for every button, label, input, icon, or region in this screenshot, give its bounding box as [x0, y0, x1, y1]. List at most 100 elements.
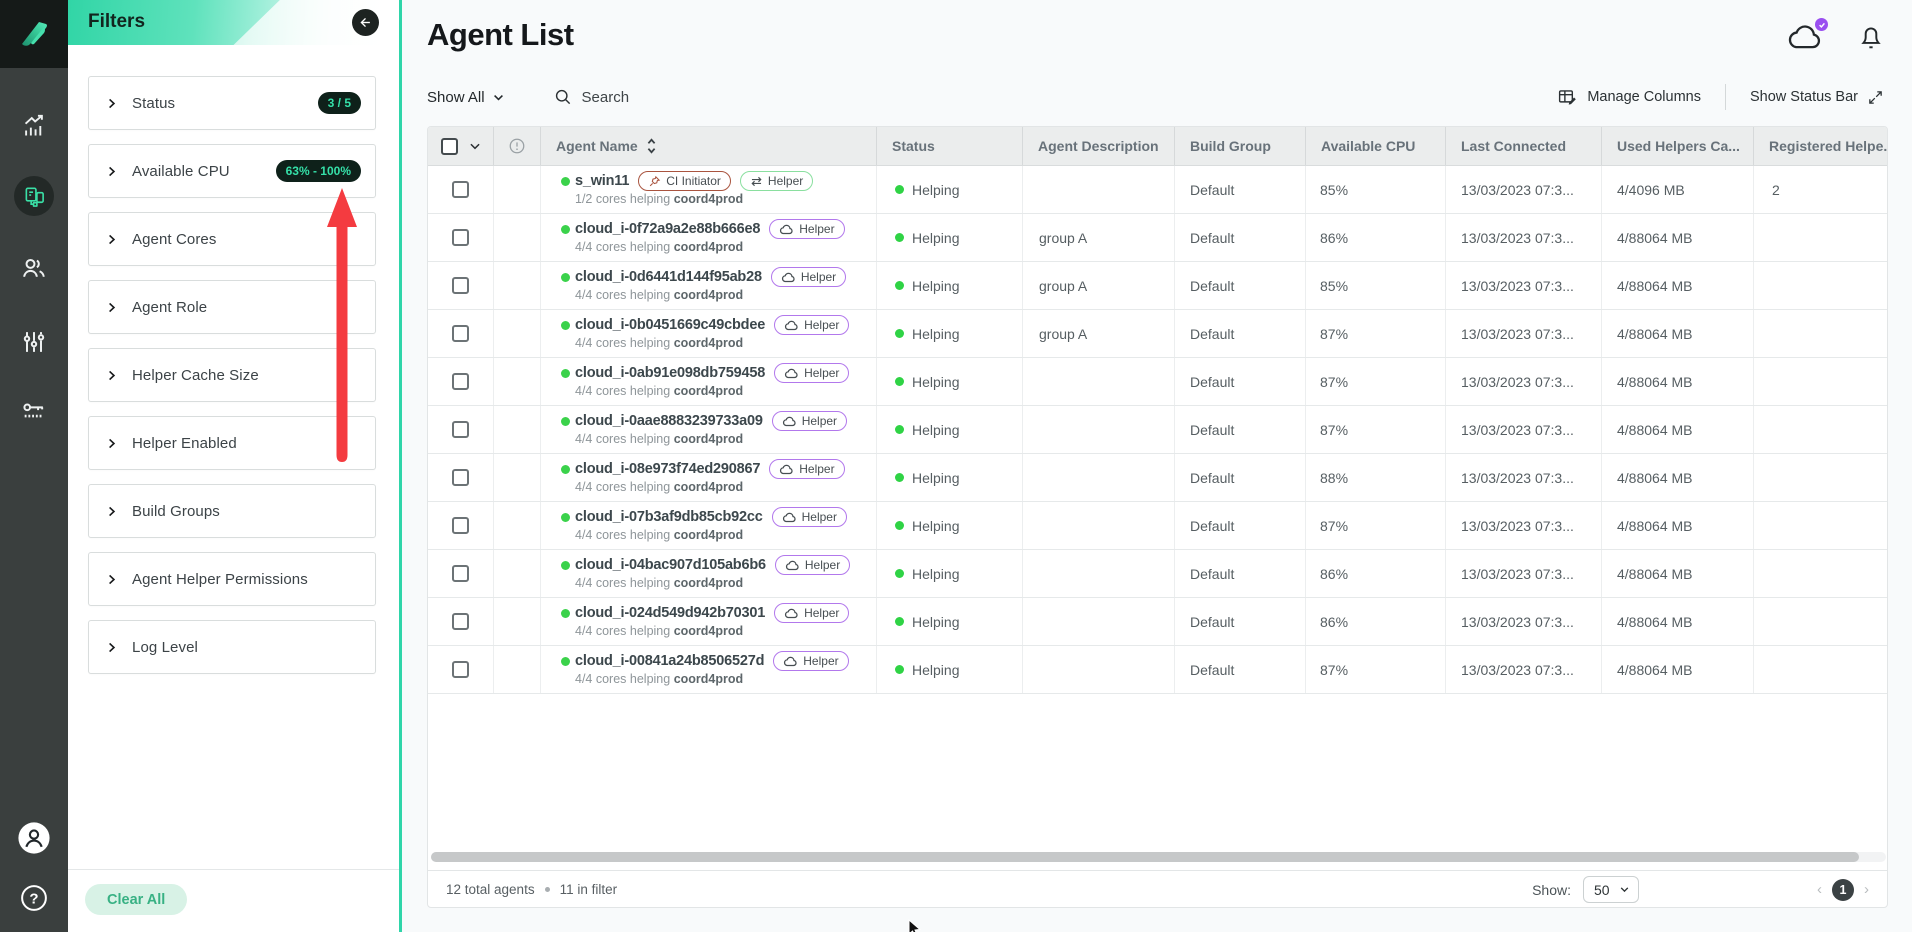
table-row[interactable]: cloud_i-0aae8883239733a09Helper4/4 cores… [428, 406, 1887, 454]
helper-badge: Helper [772, 411, 847, 431]
search-input[interactable]: Search [553, 87, 630, 107]
next-page-button[interactable]: › [1864, 882, 1869, 897]
table-row[interactable]: cloud_i-024d549d942b70301Helper4/4 cores… [428, 598, 1887, 646]
row-checkbox[interactable] [452, 421, 469, 438]
filter-item-available-cpu[interactable]: Available CPU63% - 100% [88, 144, 376, 198]
table-row[interactable]: cloud_i-04bac907d105ab6b6Helper4/4 cores… [428, 550, 1887, 598]
horizontal-scrollbar[interactable] [431, 852, 1886, 862]
table-row[interactable]: cloud_i-0d6441d144f95ab28Helper4/4 cores… [428, 262, 1887, 310]
cores-helping-text: 4/4 cores helping [575, 528, 674, 542]
row-checkbox[interactable] [452, 229, 469, 246]
helper-badge: Helper [771, 267, 846, 287]
build-group-cell-value: Default [1190, 230, 1234, 246]
filter-item-build-groups[interactable]: Build Groups [88, 484, 376, 538]
agent-online-dot [561, 465, 570, 474]
agent-subtext: 4/4 cores helping coord4prod [575, 528, 847, 544]
sidebar-item-settings[interactable] [20, 328, 48, 356]
row-alert-cell [494, 646, 541, 693]
table-row[interactable]: cloud_i-07b3af9db85cb92ccHelper4/4 cores… [428, 502, 1887, 550]
row-checkbox[interactable] [452, 469, 469, 486]
column-header-label: Agent Name [556, 138, 638, 154]
used-helpers-cell-value: 4/88064 MB [1617, 566, 1693, 582]
manage-columns-button[interactable]: Manage Columns [1557, 87, 1701, 108]
sidebar-item-users[interactable] [20, 254, 48, 282]
collapse-filters-button[interactable] [352, 9, 379, 36]
sidebar-item-agents[interactable] [14, 176, 54, 216]
column-header-agent-description[interactable]: Agent Description [1023, 127, 1175, 165]
select-all-checkbox[interactable] [441, 138, 458, 155]
expand-chevron [105, 233, 118, 246]
filter-item-agent-cores[interactable]: Agent Cores [88, 212, 376, 266]
show-status-bar-button[interactable]: Show Status Bar [1750, 89, 1884, 106]
filter-item-status[interactable]: Status3 / 5 [88, 76, 376, 130]
table-row[interactable]: cloud_i-08e973f74ed290867Helper4/4 cores… [428, 454, 1887, 502]
table-row[interactable]: s_win11CI InitiatorHelper1/2 cores helpi… [428, 166, 1887, 214]
registered-helpers-cell [1754, 214, 1887, 261]
column-header-registered-helpe[interactable]: Registered Helpe... [1754, 127, 1887, 165]
expand-chevron [105, 641, 118, 654]
cores-helping-text: 4/4 cores helping [575, 624, 674, 638]
row-checkbox[interactable] [452, 613, 469, 630]
notifications-button[interactable] [1858, 22, 1884, 57]
row-alert-cell [494, 214, 541, 261]
row-checkbox[interactable] [452, 325, 469, 342]
filter-item-log-level[interactable]: Log Level [88, 620, 376, 674]
app-logo[interactable] [0, 0, 68, 68]
user-avatar[interactable] [17, 821, 51, 855]
column-header-available-cpu[interactable]: Available CPU [1306, 127, 1446, 165]
sidebar-item-analytics[interactable] [21, 113, 48, 140]
row-checkbox[interactable] [452, 565, 469, 582]
status-value: Helping [912, 278, 959, 294]
clear-all-button[interactable]: Clear All [85, 884, 187, 915]
column-header-build-group[interactable]: Build Group [1175, 127, 1306, 165]
select-menu-chevron[interactable] [468, 139, 482, 153]
agent-list-app: ? Filters Status3 / 5Available CPU63% - … [0, 0, 1912, 932]
sort-icon[interactable] [646, 138, 657, 154]
agent-info: cloud_i-0aae8883239733a09Helper4/4 cores… [541, 411, 847, 448]
status-cell: Helping [877, 646, 1023, 693]
cloud-status-button[interactable] [1786, 23, 1824, 56]
controls-right: Manage Columns Show Status Bar [1557, 84, 1884, 110]
current-page-badge[interactable]: 1 [1832, 879, 1854, 901]
column-header-status[interactable]: Status [877, 127, 1023, 165]
prev-page-button[interactable]: ‹ [1817, 882, 1822, 897]
filter-item-agent-role[interactable]: Agent Role [88, 280, 376, 334]
table-row[interactable]: cloud_i-00841a24b8506527dHelper4/4 cores… [428, 646, 1887, 694]
scrollbar-thumb[interactable] [431, 852, 1859, 862]
row-checkbox[interactable] [452, 661, 469, 678]
show-all-dropdown[interactable]: Show All [427, 89, 505, 106]
row-checkbox[interactable] [452, 277, 469, 294]
filter-label: Helper Enabled [132, 435, 237, 452]
chevron-right-icon [105, 233, 118, 246]
cloud-icon [785, 560, 800, 571]
row-checkbox[interactable] [452, 373, 469, 390]
column-header-agent-name[interactable]: Agent Name [541, 127, 877, 165]
filter-label: Agent Role [132, 299, 207, 316]
row-select-cell [428, 598, 494, 645]
used-helpers-cell-value: 4/88064 MB [1617, 422, 1693, 438]
filter-item-agent-helper-permissions[interactable]: Agent Helper Permissions [88, 552, 376, 606]
table-row[interactable]: cloud_i-0ab91e098db759458Helper4/4 cores… [428, 358, 1887, 406]
table-row[interactable]: cloud_i-0b0451669c49cbdeeHelper4/4 cores… [428, 310, 1887, 358]
filter-item-helper-cache-size[interactable]: Helper Cache Size [88, 348, 376, 402]
row-checkbox[interactable] [452, 181, 469, 198]
column-header-used-helpers-ca[interactable]: Used Helpers Ca... [1602, 127, 1754, 165]
column-header-last-connected[interactable]: Last Connected [1446, 127, 1602, 165]
cloud-icon [784, 320, 799, 331]
agent-subtext: 4/4 cores helping coord4prod [575, 384, 849, 400]
column-header-label: Registered Helpe... [1769, 138, 1887, 154]
page-size-select[interactable]: 50 [1583, 876, 1639, 903]
table-row[interactable]: cloud_i-0f72a9a2e88b666e8Helper4/4 cores… [428, 214, 1887, 262]
sidebar-item-api-keys[interactable] [20, 398, 48, 426]
logo-icon [15, 15, 53, 53]
filter-item-helper-enabled[interactable]: Helper Enabled [88, 416, 376, 470]
agent-name-line: cloud_i-04bac907d105ab6b6Helper [561, 555, 850, 575]
row-checkbox[interactable] [452, 517, 469, 534]
expand-chevron [105, 165, 118, 178]
last-connected-cell: 13/03/2023 07:3... [1446, 454, 1602, 501]
agent-subtext: 4/4 cores helping coord4prod [575, 672, 849, 688]
help-button[interactable]: ? [19, 883, 49, 913]
last-connected-cell: 13/03/2023 07:3... [1446, 166, 1602, 213]
main-content: Agent List Show All [402, 0, 1912, 932]
description-cell [1023, 598, 1175, 645]
